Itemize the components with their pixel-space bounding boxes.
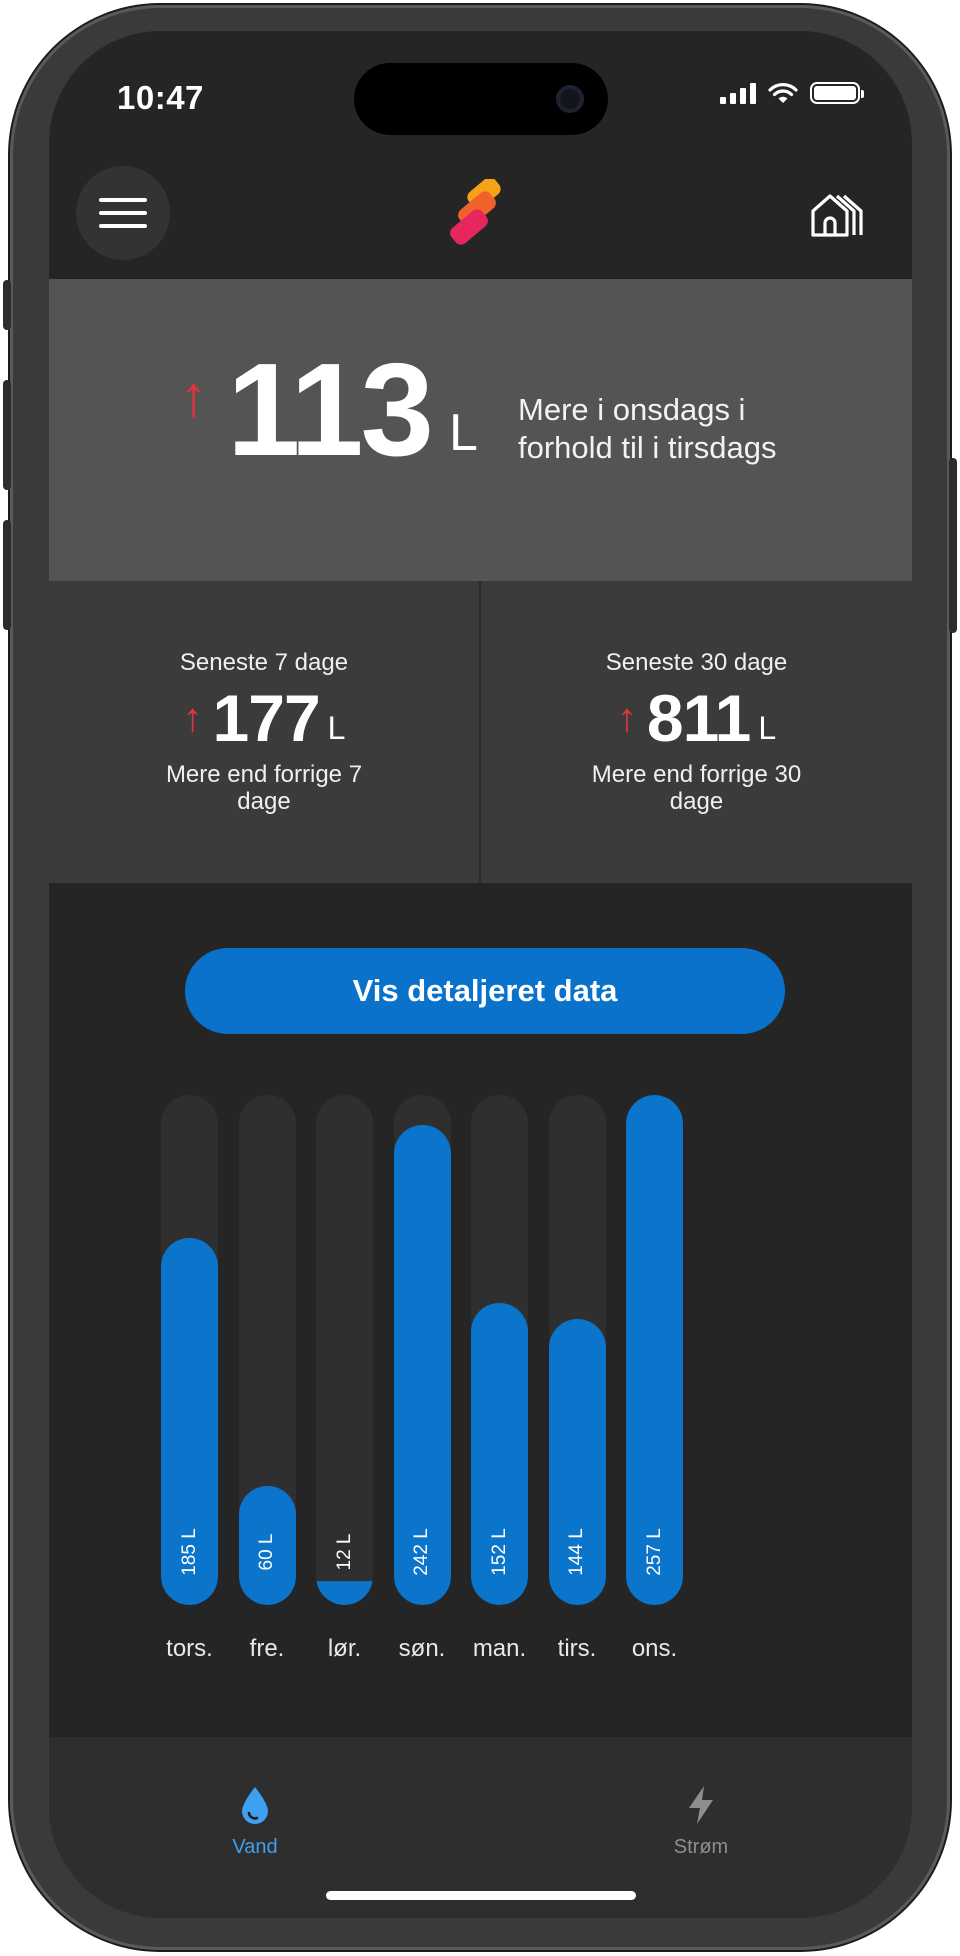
lightning-icon [689,1786,713,1824]
bar-track-1[interactable]: 60 L [238,1095,296,1605]
panel-30-days: Seneste 30 dage ↑ 811 L Mere end forrige… [479,581,912,883]
bar-value-label: 60 L [239,1534,296,1571]
bar-track-4[interactable]: 152 L [471,1095,528,1605]
bar-value-text: 185 L [178,1528,200,1576]
bar-value-label: 12 L [316,1534,373,1571]
up-arrow-icon: ↑ [179,364,208,429]
bar-track-6[interactable]: 257 L [626,1095,683,1605]
panel-value: 177 [212,681,321,755]
bar-value-text: 152 L [488,1528,510,1576]
panel-value-row: ↑ 811 L [481,685,912,751]
cellular-signal-icon [720,82,756,104]
bar-value-text: 60 L [256,1533,277,1571]
wifi-icon [768,83,798,103]
home-indicator[interactable] [326,1891,636,1900]
battery-icon [810,82,864,104]
bar-value-text: 242 L [411,1528,432,1576]
bar-track-3[interactable]: 242 L [393,1095,451,1605]
app-logo [450,179,501,245]
period-panels: Seneste 7 dage ↑ 177 L Mere end forrige … [49,581,912,883]
panel-value-row: ↑ 177 L [49,685,479,751]
bar-value-label: 242 L [394,1528,451,1576]
tab-strom[interactable]: Strøm [631,1785,771,1859]
panel-unit: L [327,710,346,746]
panel-description: Mere end forrige 30 dage [591,761,802,815]
up-arrow-icon: ↑ [182,696,203,740]
bar-track-5[interactable]: 144 L [548,1095,606,1605]
status-icons [720,81,864,105]
panel-title: Seneste 30 dage [605,649,788,676]
tab-vand[interactable]: Vand [185,1785,325,1859]
daily-usage-chart: 185 L 60 L 12 L 242 L 152 L 144 L 257 L [49,1095,912,1605]
show-detailed-data-button[interactable]: Vis detaljeret data [185,948,785,1034]
panel-value: 811 [646,681,751,755]
bar-value-label: 257 L [626,1528,683,1576]
power-button [949,458,957,633]
hamburger-icon [99,198,147,202]
menu-button[interactable] [76,166,170,260]
panel-description: Mere end forrige 7 dage [165,761,363,815]
bar-value-label: 152 L [471,1528,528,1576]
dynamic-island [354,63,608,135]
panel-unit: L [758,710,777,746]
bar-track-0[interactable]: 185 L [161,1095,218,1605]
daily-comparison-card: ↑ 113 L Mere i onsdags i forhold til i t… [49,279,912,581]
bar-value-label: 185 L [161,1528,218,1576]
day-label-6: ons. [631,1635,678,1662]
bar-track-2[interactable]: 12 L [316,1095,373,1605]
screen: 10:47 ↑ 113 L Mere i onsdags i forhold t… [49,31,912,1918]
panel-title: Seneste 7 dage [179,649,349,676]
home-icon[interactable] [810,190,868,238]
action-button [3,280,11,330]
bar-value-text: 144 L [566,1528,587,1576]
up-arrow-icon: ↑ [616,696,637,740]
comparison-description: Mere i onsdags i forhold til i tirsdags [518,392,777,465]
tab-label: Strøm [673,1836,729,1858]
volume-up-button [3,380,11,490]
camera-icon [556,85,584,113]
difference-unit: L [449,404,478,462]
status-time: 10:47 [117,79,204,116]
panel-7-days: Seneste 7 dage ↑ 177 L Mere end forrige … [49,581,479,883]
bar-value-text: 12 L [333,1533,355,1571]
bar-value-text: 257 L [643,1528,665,1576]
water-drop-icon [242,1787,268,1824]
bar-value-label: 144 L [549,1528,606,1576]
volume-down-button [3,520,11,630]
difference-value: 113 [227,336,434,483]
tab-label: Vand [232,1836,278,1858]
